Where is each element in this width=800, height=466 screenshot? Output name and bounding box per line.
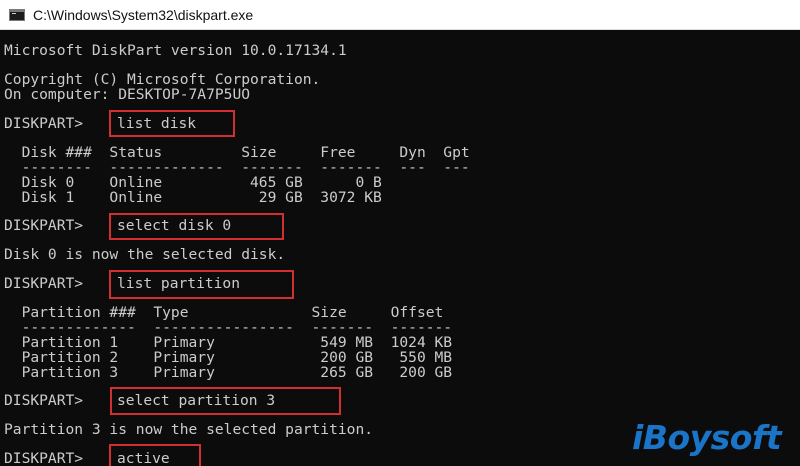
disk-table-separator: -------- ------------- ------- ------- -… bbox=[4, 159, 470, 176]
prompt: DISKPART> bbox=[4, 217, 84, 234]
prompt: DISKPART> bbox=[4, 392, 84, 409]
console-output[interactable]: Microsoft DiskPart version 10.0.17134.1 … bbox=[0, 30, 800, 466]
copyright-line: Copyright (C) Microsoft Corporation. bbox=[4, 71, 321, 88]
partition-table-separator: ------------- ---------------- ------- -… bbox=[4, 319, 453, 336]
version-line: Microsoft DiskPart version 10.0.17134.1 bbox=[4, 42, 347, 59]
partition-table-header: Partition ### Type Size Offset bbox=[4, 304, 444, 321]
partition-table-row: Partition 3 Primary 265 GB 200 GB bbox=[4, 364, 453, 381]
window-title: C:\Windows\System32\diskpart.exe bbox=[33, 6, 254, 23]
highlight-box-select-disk bbox=[109, 213, 284, 240]
disk-table-header: Disk ### Status Size Free Dyn Gpt bbox=[4, 144, 470, 161]
select-partition-result: Partition 3 is now the selected partitio… bbox=[4, 421, 374, 438]
iboysoft-watermark-logo: iBoysoft bbox=[632, 418, 782, 457]
cmd-icon bbox=[9, 8, 25, 21]
prompt: DISKPART> bbox=[4, 450, 84, 466]
title-bar: C:\Windows\System32\diskpart.exe bbox=[0, 0, 800, 30]
partition-table-row: Partition 1 Primary 549 MB 1024 KB bbox=[4, 334, 453, 351]
partition-table-row: Partition 2 Primary 200 GB 550 MB bbox=[4, 349, 453, 366]
highlight-box-list-partition bbox=[109, 270, 294, 299]
disk-table-row: Disk 0 Online 465 GB 0 B bbox=[4, 174, 382, 191]
prompt: DISKPART> bbox=[4, 115, 84, 132]
disk-table-row: Disk 1 Online 29 GB 3072 KB bbox=[4, 189, 382, 206]
highlight-box-list-disk bbox=[109, 110, 235, 137]
computer-line: On computer: DESKTOP-7A7P5UO bbox=[4, 86, 251, 103]
highlight-box-select-partition bbox=[110, 387, 341, 415]
highlight-box-active bbox=[109, 444, 201, 466]
prompt: DISKPART> bbox=[4, 275, 84, 292]
select-disk-result: Disk 0 is now the selected disk. bbox=[4, 246, 286, 263]
